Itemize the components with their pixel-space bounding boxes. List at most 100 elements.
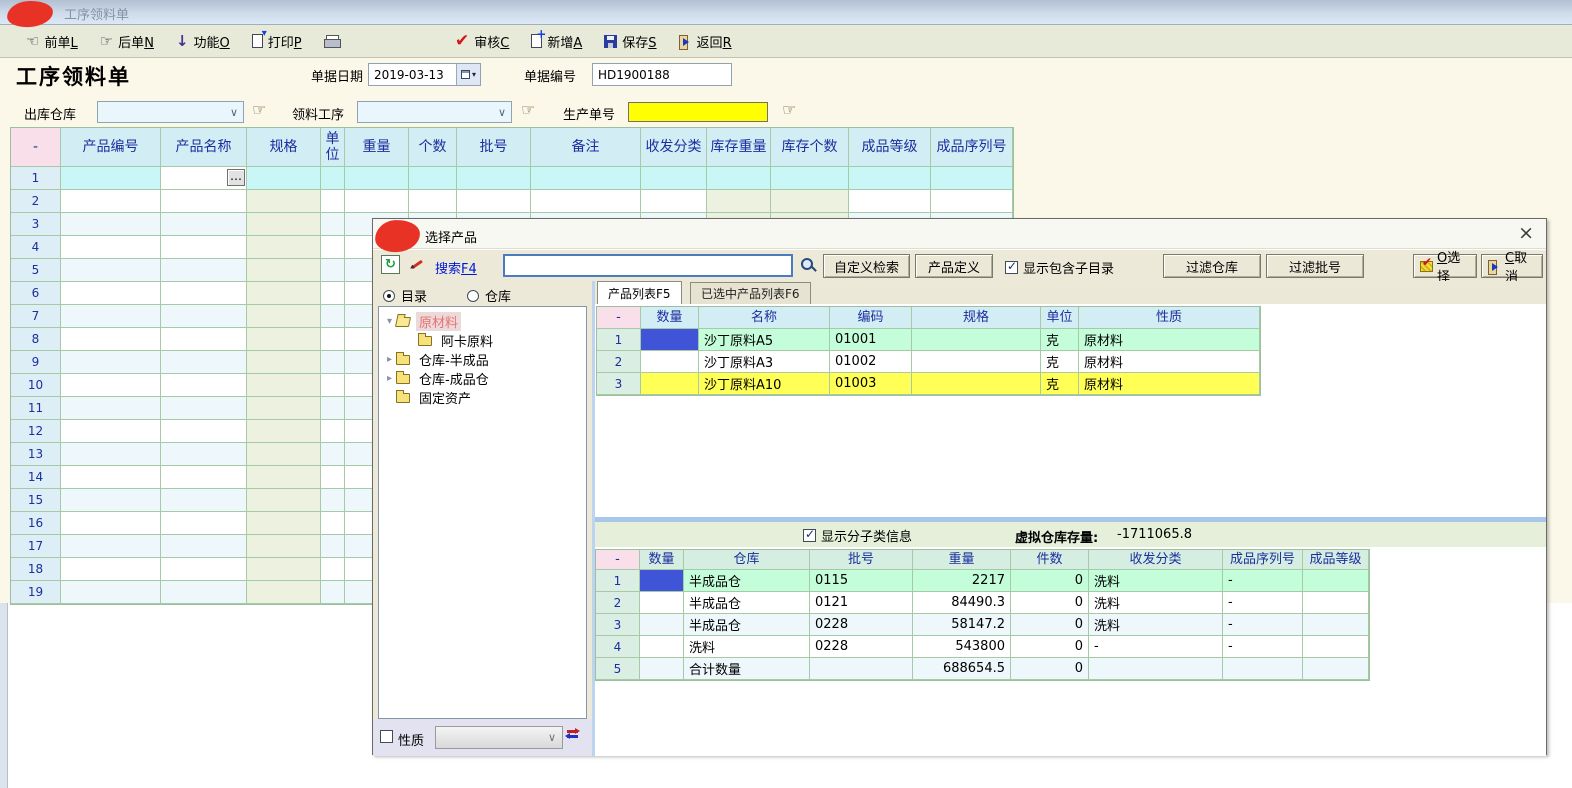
grid-cell[interactable] — [61, 190, 161, 213]
grid-cell[interactable] — [161, 190, 247, 213]
grid-cell[interactable] — [1303, 570, 1369, 592]
grid-cell[interactable]: 原材料 — [1079, 373, 1260, 395]
grid-cell[interactable] — [161, 259, 247, 282]
audit-button[interactable]: 审核C — [455, 31, 509, 51]
grid-cell[interactable] — [531, 167, 641, 190]
grid-cell[interactable] — [640, 570, 684, 592]
grid-cell[interactable] — [345, 167, 409, 190]
picker-hand-icon[interactable]: ☞ — [252, 100, 266, 119]
row-number-cell[interactable]: 4 — [596, 636, 640, 658]
grid-cell[interactable] — [641, 373, 699, 395]
grid-cell[interactable]: 0 — [1011, 658, 1089, 680]
row-number-cell[interactable]: 11 — [11, 397, 61, 420]
grid-cell[interactable]: 0 — [1011, 570, 1089, 592]
grid-cell[interactable] — [61, 282, 161, 305]
grid-cell[interactable]: 克 — [1041, 351, 1079, 373]
grid-cell[interactable] — [61, 213, 161, 236]
refresh-icon[interactable] — [381, 255, 400, 274]
radio-catalog[interactable] — [383, 290, 395, 302]
grid-cell[interactable] — [247, 558, 321, 581]
date-field[interactable]: 2019-03-13 ▾ — [368, 63, 481, 86]
grid-cell[interactable] — [1089, 658, 1223, 680]
grid-cell[interactable]: 沙丁原料A3 — [699, 351, 830, 373]
grid-cell[interactable] — [321, 374, 345, 397]
grid-cell[interactable] — [161, 328, 247, 351]
grid-cell[interactable] — [912, 351, 1041, 373]
return-button[interactable]: 返回R — [679, 32, 732, 51]
grid-cell[interactable]: 克 — [1041, 329, 1079, 351]
grid-cell[interactable]: 0115 — [810, 570, 913, 592]
row-number-cell[interactable]: 7 — [11, 305, 61, 328]
grid-cell[interactable]: 合计数量 — [684, 658, 810, 680]
grid-cell[interactable] — [247, 351, 321, 374]
grid-cell[interactable] — [61, 558, 161, 581]
row-number-cell[interactable]: 13 — [11, 443, 61, 466]
picker-hand-icon[interactable]: ☞ — [782, 100, 796, 119]
row-number-cell[interactable]: 2 — [596, 592, 640, 614]
grid-cell[interactable] — [771, 190, 849, 213]
grid-cell[interactable] — [912, 329, 1041, 351]
grid-cell[interactable]: - — [1089, 636, 1223, 658]
grid-cell[interactable] — [161, 236, 247, 259]
grid-cell[interactable] — [61, 443, 161, 466]
grid-cell[interactable] — [640, 592, 684, 614]
grid-cell[interactable] — [161, 351, 247, 374]
tree-node[interactable]: ▸仓库-半成品 — [379, 350, 586, 369]
grid-cell[interactable] — [247, 374, 321, 397]
grid-cell[interactable] — [641, 329, 699, 351]
grid-cell[interactable] — [321, 397, 345, 420]
grid-cell[interactable] — [61, 420, 161, 443]
grid-cell[interactable] — [531, 190, 641, 213]
grid-cell[interactable] — [61, 466, 161, 489]
grid-cell[interactable] — [247, 236, 321, 259]
print-button[interactable]: 打印P — [252, 32, 302, 51]
grid-cell[interactable] — [61, 328, 161, 351]
tab-product-list[interactable]: 产品列表F5 — [597, 281, 682, 304]
edit-pen-icon[interactable] — [409, 257, 424, 271]
grid-cell[interactable] — [247, 259, 321, 282]
grid-cell[interactable]: 0 — [1011, 636, 1089, 658]
grid-cell[interactable] — [61, 374, 161, 397]
row-number-cell[interactable]: 14 — [11, 466, 61, 489]
grid-cell[interactable] — [61, 305, 161, 328]
grid-cell[interactable]: 0 — [1011, 614, 1089, 636]
grid-cell[interactable] — [457, 167, 531, 190]
grid-cell[interactable] — [321, 167, 345, 190]
picker-hand-icon[interactable]: ☞ — [521, 100, 535, 119]
expand-arrow-icon[interactable]: ▸ — [383, 373, 396, 384]
functions-button[interactable]: 功能O — [176, 32, 230, 51]
tab-selected-products[interactable]: 已选中产品列表F6 — [690, 282, 811, 304]
row-number-cell[interactable]: 4 — [11, 236, 61, 259]
grid-cell[interactable] — [321, 558, 345, 581]
grid-cell[interactable] — [707, 190, 771, 213]
grid-cell[interactable] — [1303, 636, 1369, 658]
filter-warehouse-button[interactable]: 过滤仓库 — [1163, 254, 1261, 278]
grid-cell[interactable]: 半成品仓 — [684, 570, 810, 592]
grid-cell[interactable] — [61, 581, 161, 604]
process-combobox[interactable]: ∨ — [357, 101, 512, 123]
grid-cell[interactable] — [247, 305, 321, 328]
grid-cell[interactable] — [641, 167, 707, 190]
grid-cell[interactable] — [849, 167, 931, 190]
grid-cell[interactable] — [321, 190, 345, 213]
grid-cell[interactable] — [161, 213, 247, 236]
row-number-cell[interactable]: 18 — [11, 558, 61, 581]
grid-cell[interactable] — [321, 466, 345, 489]
grid-cell[interactable]: 0 — [1011, 592, 1089, 614]
grid-cell[interactable] — [161, 374, 247, 397]
grid-cell[interactable] — [931, 190, 1013, 213]
grid-cell[interactable] — [247, 167, 321, 190]
tree-node[interactable]: ▸仓库-成品仓 — [379, 369, 586, 388]
grid-cell[interactable]: 沙丁原料A10 — [699, 373, 830, 395]
grid-cell[interactable] — [810, 658, 913, 680]
grid-cell[interactable]: 洗料 — [684, 636, 810, 658]
grid-cell[interactable] — [931, 167, 1013, 190]
grid-cell[interactable] — [61, 167, 161, 190]
grid-cell[interactable] — [1303, 614, 1369, 636]
grid-cell[interactable]: - — [1223, 592, 1303, 614]
grid-cell[interactable] — [457, 190, 531, 213]
row-number-cell[interactable]: 5 — [596, 658, 640, 680]
grid-cell[interactable]: 58147.2 — [913, 614, 1011, 636]
grid-cell[interactable]: 0121 — [810, 592, 913, 614]
grid-cell[interactable] — [409, 190, 457, 213]
